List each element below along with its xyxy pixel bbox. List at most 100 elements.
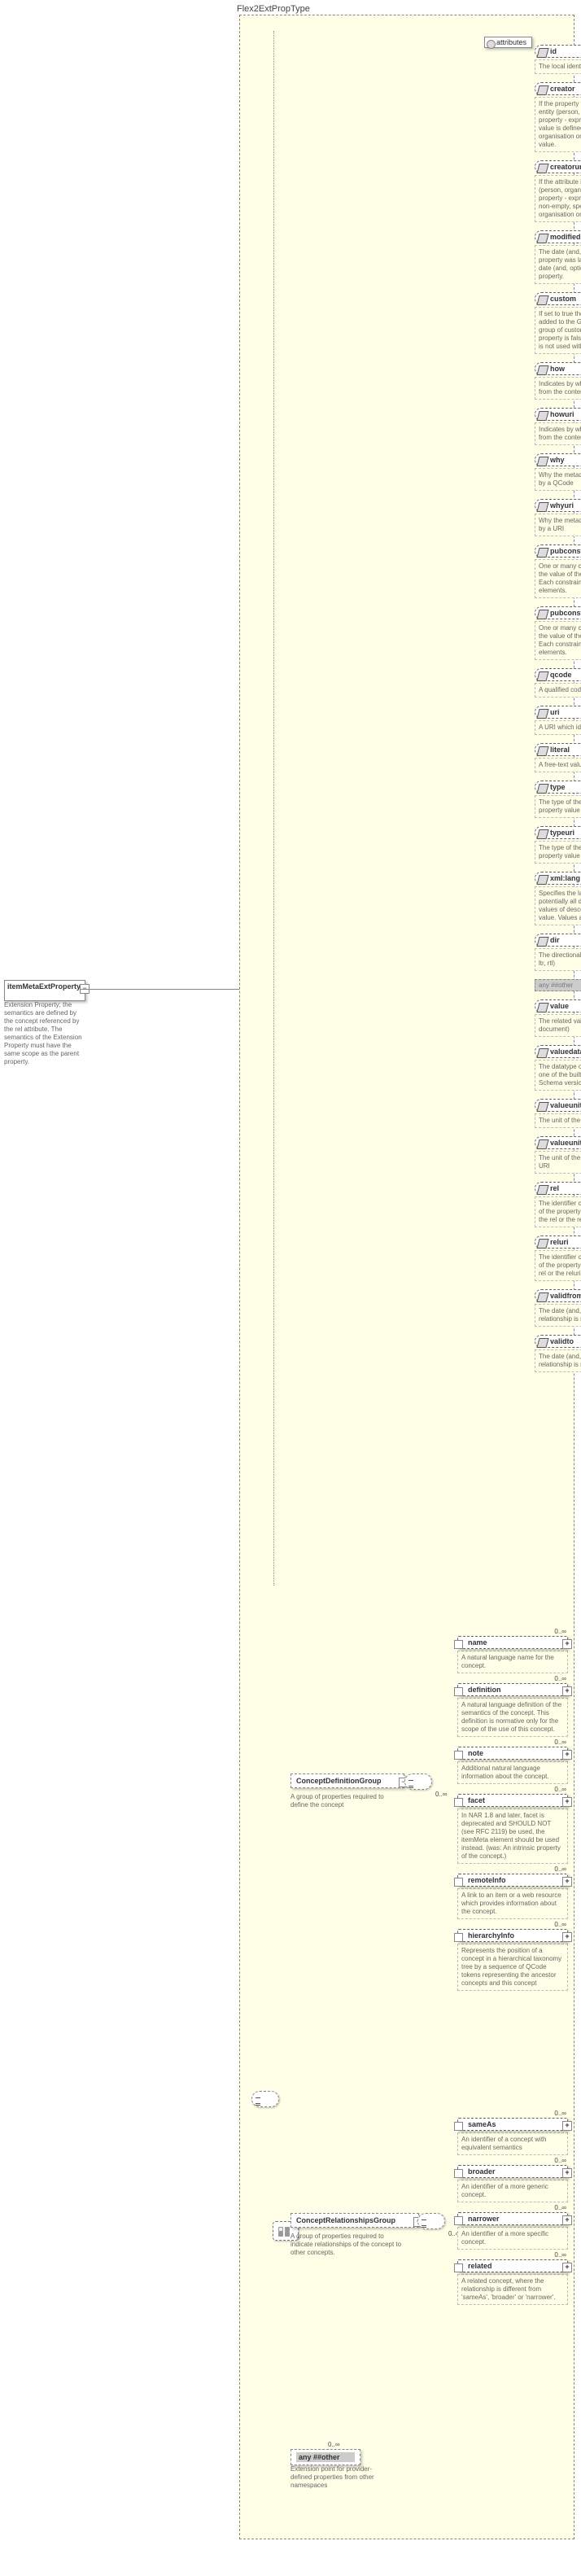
attribute-name: typeuri xyxy=(535,826,581,839)
attribute-name: custom xyxy=(535,292,581,305)
attribute-name: value xyxy=(535,999,581,1012)
expand-icon[interactable]: + xyxy=(562,1797,572,1807)
cardinality: 0..∞ xyxy=(328,2441,340,2448)
attribute-annotation: The related value (see more in the spec … xyxy=(535,1014,581,1037)
element-name: facet+ xyxy=(457,1794,568,1807)
element-annotation: A link to an item or a web resource whic… xyxy=(457,1888,568,1919)
expand-icon[interactable]: + xyxy=(562,1686,572,1696)
element-name: note+ xyxy=(457,1747,568,1760)
attribute-name: dir xyxy=(535,934,581,947)
expand-icon[interactable]: + xyxy=(562,1639,572,1649)
connector xyxy=(80,989,239,990)
attribute-annotation: The date (and, optionally, the time) aft… xyxy=(535,1349,581,1372)
connector xyxy=(273,31,275,1585)
attribute-name: creatoruri xyxy=(535,160,581,173)
attribute-name: pubconstraint xyxy=(535,545,581,558)
element-annotation: In NAR 1.8 and later, facet is deprecate… xyxy=(457,1808,568,1864)
element-facet: facet+In NAR 1.8 and later, facet is dep… xyxy=(457,1794,568,1864)
sequence-connector xyxy=(251,2091,279,2107)
element-annotation: A natural language definition of the sem… xyxy=(457,1698,568,1737)
attribute-annotation: If the property value is not defined, sp… xyxy=(535,97,581,152)
group-name: ConceptDefinitionGroup xyxy=(296,1777,399,1785)
attribute-valuedatatype: valuedatatype The datatype of the value a… xyxy=(535,1045,581,1091)
attribute-name: valueunit xyxy=(535,1099,581,1112)
expand-icon[interactable]: + xyxy=(562,2168,572,2178)
expand-icon[interactable]: + xyxy=(562,1877,572,1887)
expand-icon[interactable]: + xyxy=(562,1932,572,1942)
attribute-name: validto xyxy=(535,1335,581,1348)
cardinality: 0..∞ xyxy=(554,1628,566,1635)
element-definition: definition+ A natural language definition… xyxy=(457,1683,568,1737)
attribute-name: uri xyxy=(535,706,581,719)
attribute-annotation: A free-text value assigned as property v… xyxy=(535,758,581,772)
attribute-annotation: The identifier of a concept defining the… xyxy=(535,1250,581,1281)
attribute-valueunit: valueunitThe unit of the value attribute… xyxy=(535,1099,581,1128)
element-hierarchyInfo: hierarchyInfo+ Represents the position of… xyxy=(457,1929,568,1991)
attribute-whyuri: whyuriWhy the metadata has been included… xyxy=(535,499,581,536)
attribute-annotation: The type of the concept assigned as cont… xyxy=(535,795,581,818)
attribute-qcode: qcodeA qualified code which identifies a… xyxy=(535,668,581,698)
element-remoteInfo: remoteInfo+A link to an item or a web re… xyxy=(457,1874,568,1919)
attribute-type: typeThe type of the concept assigned as … xyxy=(535,781,581,818)
attributes-badge: attributes xyxy=(484,37,532,48)
cardinality: 0..∞ xyxy=(554,2110,566,2117)
attribute-annotation: The identifier of a concept defining the… xyxy=(535,1196,581,1227)
attribute-any: any ##other xyxy=(535,979,581,991)
any-annotation: Extension point for provider-defined pro… xyxy=(290,2465,388,2490)
crg-children: sameAs+An identifier of a concept with e… xyxy=(457,2118,568,2315)
attribute-pubconstrainturi: pubconstrainturiOne or many constraints … xyxy=(535,606,581,660)
attribute-dir: dirThe directionality of textual content… xyxy=(535,934,581,971)
attribute-literal: literal A free-text value assigned as pro… xyxy=(535,743,581,772)
group-annotation: A group of properties required to indica… xyxy=(290,2233,404,2257)
expand-icon[interactable]: + xyxy=(562,2121,572,2131)
cardinality: 0..∞ xyxy=(554,1738,566,1746)
attribute-name: why xyxy=(535,453,581,466)
element-annotation: An identifier of a more specific concept… xyxy=(457,2227,568,2250)
element-name: sameAs+ xyxy=(457,2118,568,2131)
attribute-name: type xyxy=(535,781,581,794)
cardinality: 0..∞ xyxy=(435,1791,448,1798)
attribute-name: literal xyxy=(535,743,581,756)
element-name: narrower+ xyxy=(457,2212,568,2225)
element-annotation: An identifier of a concept with equivale… xyxy=(457,2132,568,2155)
attribute-name: xml:lang xyxy=(535,872,581,885)
element-name: definition+ xyxy=(457,1683,568,1696)
element-name: hierarchyInfo+ xyxy=(457,1929,568,1942)
attribute-typeuri: typeuriThe type of the concept assigned … xyxy=(535,826,581,864)
expand-icon[interactable]: + xyxy=(562,1750,572,1760)
sequence-connector xyxy=(404,1773,432,1790)
attribute-name: valuedatatype xyxy=(535,1045,581,1058)
attribute-creator: creatorIf the property value is not defi… xyxy=(535,82,581,152)
attribute-annotation: One or many constraints that apply to pu… xyxy=(535,559,581,598)
element-sameAs: sameAs+An identifier of a concept with e… xyxy=(457,2118,568,2155)
attribute-custom: custom If set to true the corresponding p… xyxy=(535,292,581,354)
root-element: itemMetaExtProperty − xyxy=(4,980,85,1001)
attribute-annotation: The datatype of the value attribute – it… xyxy=(535,1060,581,1091)
element-narrower: narrower+ An identifier of a more specifi… xyxy=(457,2212,568,2250)
attribute-name: howuri xyxy=(535,408,581,421)
element-annotation: Additional natural language information … xyxy=(457,1761,568,1784)
attribute-list: idThe local identifier of the property.c… xyxy=(535,45,581,1380)
attribute-annotation: The date (and, optionally, the time) bef… xyxy=(535,1304,581,1327)
attribute-annotation: The local identifier of the property. xyxy=(535,59,581,74)
group-annotation: A group of properties required to define… xyxy=(290,1793,388,1809)
cardinality: 0..∞ xyxy=(554,2157,566,2164)
attribute-annotation: A URI which identifies a concept. xyxy=(535,720,581,735)
attribute-annotation: If set to true the corresponding propert… xyxy=(535,307,581,354)
cardinality: 0..∞ xyxy=(554,2204,566,2211)
cardinality: 0..∞ xyxy=(554,1865,566,1873)
expand-icon[interactable]: + xyxy=(562,2263,572,2272)
expand-icon[interactable]: + xyxy=(562,2215,572,2225)
attribute-why: whyWhy the metadata has been included - … xyxy=(535,453,581,491)
attribute-annotation: Indicates by which means the value was e… xyxy=(535,377,581,400)
element-broader: broader+An identifier of a more generic … xyxy=(457,2165,568,2202)
element-annotation: Represents the position of a concept in … xyxy=(457,1944,568,1991)
any-extension: any ##other xyxy=(290,2449,360,2465)
type-label: Flex2ExtPropType xyxy=(237,4,310,14)
any-type: any ##other xyxy=(296,2452,355,2462)
attribute-annotation: The unit of the value attribute. xyxy=(535,1113,581,1128)
element-name: name+ xyxy=(457,1636,568,1649)
element-note: note+Additional natural language informa… xyxy=(457,1747,568,1784)
attribute-annotation: If the attribute is empty, specifies whi… xyxy=(535,175,581,222)
attribute-modified: modifiedThe date (and, optionally, the t… xyxy=(535,230,581,284)
